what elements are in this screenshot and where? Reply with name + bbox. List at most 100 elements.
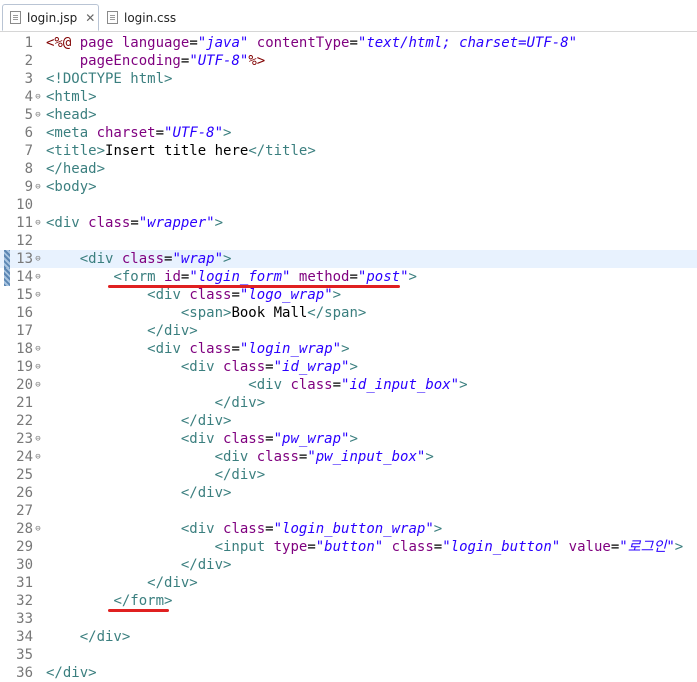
code-token: <div	[180, 521, 224, 537]
code-line[interactable]: 35	[0, 646, 697, 664]
code-line[interactable]: 5 ⊖ <head>	[0, 106, 697, 124]
code-line[interactable]: 13 ⊖ <div class="wrap">	[0, 250, 697, 268]
code-line[interactable]: 23 ⊖ <div class="pw_wrap">	[0, 430, 697, 448]
code-line[interactable]: 17 </div>	[0, 322, 697, 340]
code-line[interactable]: 8 </head>	[0, 160, 697, 178]
code-text: </head>	[46, 160, 105, 178]
code-token: id	[164, 269, 181, 285]
line-number: 8	[24, 161, 33, 177]
code-token: </div>	[180, 413, 232, 429]
code-text: <div class="pw_wrap">	[46, 430, 358, 448]
code-token: >	[408, 269, 417, 285]
code-token: class	[256, 449, 299, 465]
code-token: contentType	[256, 35, 350, 51]
line-number: 4	[24, 89, 33, 105]
code-text: </div>	[46, 394, 266, 412]
code-line[interactable]: 29 <input type="button" class="login_but…	[0, 538, 697, 556]
fold-toggle-icon[interactable]: ⊖	[33, 340, 43, 358]
code-line[interactable]: 16 <span>Book Mall</span>	[0, 304, 697, 322]
fold-toggle-icon[interactable]: ⊖	[33, 520, 43, 538]
code-line[interactable]: 12	[0, 232, 697, 250]
code-token: >	[425, 449, 434, 465]
code-line[interactable]: 7 <title>Insert title here</title>	[0, 142, 697, 160]
code-token: </div>	[79, 629, 131, 645]
line-number: 36	[16, 665, 33, 681]
code-line[interactable]: 1 <%@ page language="java" contentType="t…	[0, 34, 697, 52]
code-token: "wrap"	[172, 251, 224, 267]
code-line[interactable]: 21 </div>	[0, 394, 697, 412]
code-line[interactable]: 36 </div>	[0, 664, 697, 682]
code-text: <head>	[46, 106, 97, 124]
code-editor[interactable]: 1 <%@ page language="java" contentType="t…	[0, 32, 697, 682]
fold-toggle-icon[interactable]: ⊖	[33, 268, 43, 286]
fold-toggle-icon[interactable]: ⊖	[33, 376, 43, 394]
tab-login-jsp[interactable]: login.jsp ✕	[2, 4, 99, 31]
code-text: <div class="login_wrap">	[46, 340, 350, 358]
code-line[interactable]: 31 </div>	[0, 574, 697, 592]
code-line[interactable]: 15 ⊖ <div class="logo_wrap">	[0, 286, 697, 304]
fold-toggle-icon[interactable]: ⊖	[33, 214, 43, 232]
code-line[interactable]: 30 </div>	[0, 556, 697, 574]
code-text: <title>Insert title here</title>	[46, 142, 316, 160]
code-line[interactable]: 20 ⊖ <div class="id_input_box">	[0, 376, 697, 394]
code-token: "wrapper"	[138, 215, 215, 231]
code-line[interactable]: 32 </form>	[0, 592, 697, 610]
code-line[interactable]: 11 ⊖ <div class="wrapper">	[0, 214, 697, 232]
code-token: <body>	[46, 179, 97, 195]
fold-toggle-icon[interactable]: ⊖	[33, 358, 43, 376]
code-token: "UTF-8"	[164, 125, 224, 141]
code-token: </span>	[307, 305, 367, 321]
code-token: >	[341, 341, 350, 357]
code-token: </div>	[180, 557, 232, 573]
code-line[interactable]: 3 <!DOCTYPE html>	[0, 70, 697, 88]
code-token: method	[298, 269, 350, 285]
code-token: "text/html; charset=UTF-8"	[357, 35, 578, 51]
code-token: =	[610, 539, 620, 555]
code-token: >	[349, 359, 358, 375]
fold-toggle-icon[interactable]: ⊖	[33, 106, 43, 124]
code-token: value	[568, 539, 611, 555]
code-line[interactable]: 6 <meta charset="UTF-8">	[0, 124, 697, 142]
tab-login-css[interactable]: login.css	[100, 4, 180, 31]
code-token: "login_wrap"	[239, 341, 342, 357]
code-line[interactable]: 27	[0, 502, 697, 520]
fold-toggle-icon[interactable]: ⊖	[33, 448, 43, 466]
code-line[interactable]: 19 ⊖ <div class="id_wrap">	[0, 358, 697, 376]
code-line[interactable]: 24 ⊖ <div class="pw_input_box">	[0, 448, 697, 466]
line-number: 12	[16, 233, 33, 249]
tab-label: login.jsp	[27, 10, 78, 25]
code-line[interactable]: 28 ⊖ <div class="login_button_wrap">	[0, 520, 697, 538]
fold-toggle-icon[interactable]: ⊖	[33, 430, 43, 448]
code-token: "login_button_wrap"	[273, 521, 434, 537]
code-line[interactable]: 33	[0, 610, 697, 628]
code-token: class	[189, 287, 232, 303]
code-line[interactable]: 9 ⊖ <body>	[0, 178, 697, 196]
fold-toggle-icon[interactable]: ⊖	[33, 88, 43, 106]
line-number: 11	[16, 215, 33, 231]
line-number: 33	[16, 611, 33, 627]
code-line[interactable]: 25 </div>	[0, 466, 697, 484]
code-token: <div	[214, 449, 257, 465]
code-line[interactable]: 10	[0, 196, 697, 214]
line-number: 20	[16, 377, 33, 393]
fold-toggle-icon[interactable]: ⊖	[33, 178, 43, 196]
code-line[interactable]: 4 ⊖ <html>	[0, 88, 697, 106]
fold-toggle-icon[interactable]: ⊖	[33, 286, 43, 304]
close-icon[interactable]: ✕	[85, 12, 95, 24]
code-line[interactable]: 34 </div>	[0, 628, 697, 646]
code-line[interactable]: 18 ⊖ <div class="login_wrap">	[0, 340, 697, 358]
code-line[interactable]: 26 </div>	[0, 484, 697, 502]
code-line[interactable]: 14 ⊖ <form id="login_form" method="post">	[0, 268, 697, 286]
code-token: =	[265, 359, 274, 375]
code-line[interactable]: 2 pageEncoding="UTF-8"%>	[0, 52, 697, 70]
code-token: </div>	[147, 323, 198, 339]
code-text: </div>	[46, 628, 131, 646]
code-line[interactable]: 22 </div>	[0, 412, 697, 430]
fold-toggle-icon[interactable]: ⊖	[33, 250, 43, 268]
